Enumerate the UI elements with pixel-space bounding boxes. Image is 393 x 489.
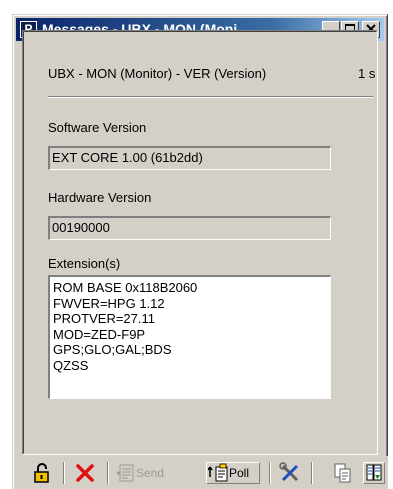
software-version-field[interactable]: EXT CORE 1.00 (61b2dd) [48, 146, 331, 170]
poll-icon [208, 463, 228, 482]
toolbar-separator [63, 462, 65, 484]
extension-line: GPS;GLO;GAL;BDS [53, 342, 172, 358]
red-x-icon [76, 464, 94, 482]
extensions-textarea[interactable]: ROM BASE 0x118B2060 FWVER=HPG 1.12 PROTV… [48, 275, 331, 399]
tools-button[interactable] [278, 462, 302, 484]
poll-button[interactable]: Poll [206, 462, 260, 484]
hardware-version-label: Hardware Version [48, 190, 152, 205]
extension-line: ROM BASE 0x118B2060 [53, 280, 198, 295]
bottom-toolbar: Send Poll [14, 456, 388, 489]
extension-line: MOD=ZED-F9P [53, 326, 146, 342]
send-label: Send [136, 466, 165, 480]
dock-icon [366, 464, 382, 481]
toolbar-separator [269, 462, 271, 484]
extensions-label: Extension(s) [48, 256, 121, 271]
poll-label: Poll [229, 466, 250, 480]
padlock-icon [34, 463, 49, 483]
software-version-label: Software Version [48, 120, 147, 135]
copy-button[interactable] [332, 462, 354, 484]
extension-line: PROTVER=27.11 [53, 311, 156, 327]
dock-button[interactable] [363, 462, 385, 484]
copy-icon [334, 463, 351, 483]
lock-button[interactable] [32, 462, 52, 484]
send-button[interactable]: Send [116, 462, 176, 484]
delete-button[interactable] [74, 462, 96, 484]
toolbar-separator [311, 462, 313, 484]
extension-line: FWVER=HPG 1.12 [53, 295, 165, 311]
toolbar-separator [107, 462, 109, 484]
hardware-version-field[interactable]: 00190000 [48, 216, 331, 240]
tools-icon [279, 462, 299, 482]
message-header: UBX - MON (Monitor) - VER (Version) [48, 66, 267, 81]
header-separator [48, 96, 373, 98]
send-icon [117, 464, 134, 482]
poll-interval: 1 s [358, 66, 376, 81]
extension-line: QZSS [53, 357, 89, 373]
